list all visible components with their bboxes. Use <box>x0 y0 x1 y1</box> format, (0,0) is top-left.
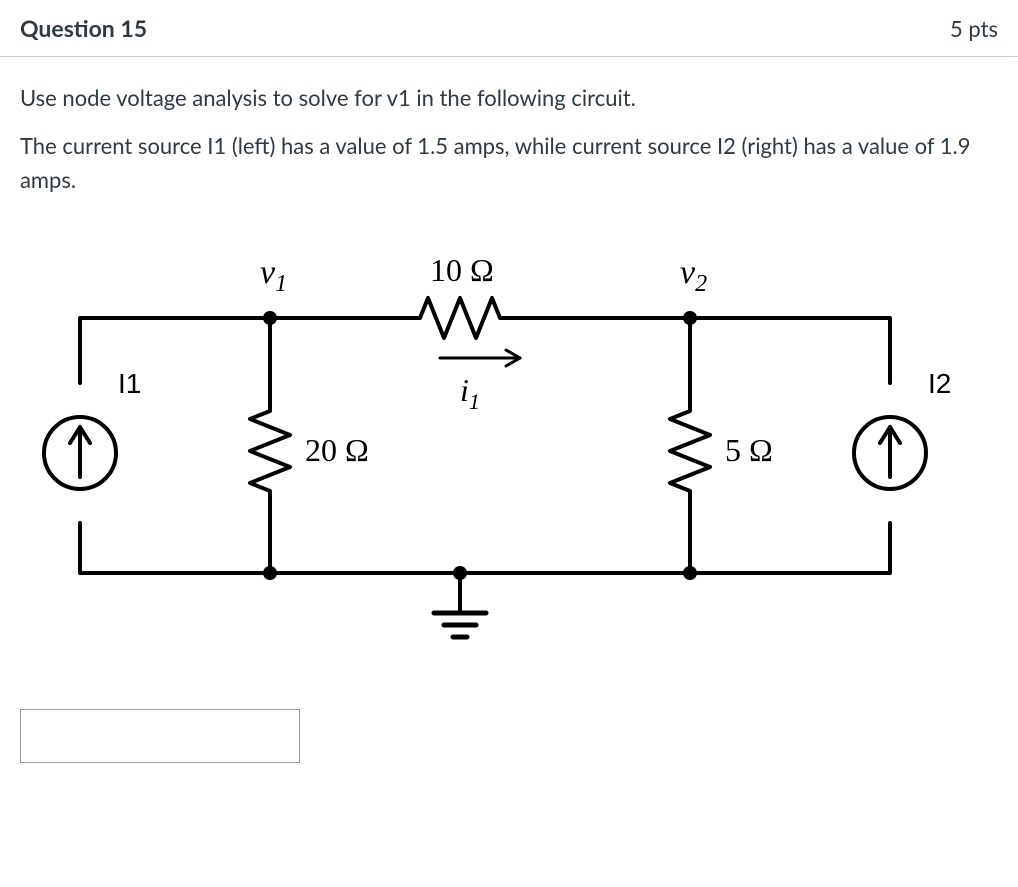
label-source-i2: I2 <box>928 368 951 399</box>
label-r-top: 10 Ω <box>430 252 494 288</box>
label-i1-flow: i1 <box>460 372 480 414</box>
circuit-svg: v1 v2 10 Ω i1 20 Ω 5 Ω I1 I2 <box>20 233 960 673</box>
question-title: Question 15 <box>20 14 147 42</box>
prompt-line-2: The current source I1 (left) has a value… <box>20 129 998 197</box>
label-v2: v2 <box>680 254 707 297</box>
question-points: 5 pts <box>950 15 998 42</box>
label-r-right: 5 Ω <box>725 432 773 468</box>
label-r-left: 20 Ω <box>305 432 369 468</box>
label-source-i1: I1 <box>118 368 141 399</box>
answer-input[interactable] <box>20 709 300 763</box>
circuit-diagram: v1 v2 10 Ω i1 20 Ω 5 Ω I1 I2 <box>20 233 960 673</box>
question-container: Question 15 5 pts Use node voltage analy… <box>0 0 1018 783</box>
label-v1: v1 <box>260 254 287 297</box>
question-header: Question 15 5 pts <box>0 0 1018 57</box>
question-body: Use node voltage analysis to solve for v… <box>0 57 1018 783</box>
prompt-line-1: Use node voltage analysis to solve for v… <box>20 81 998 115</box>
